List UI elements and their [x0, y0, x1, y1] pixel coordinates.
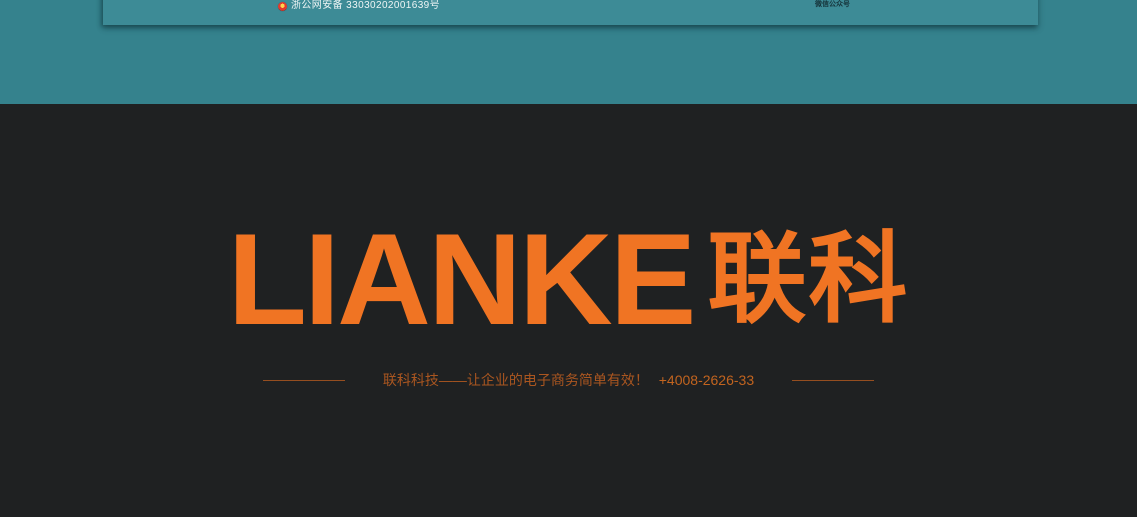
tagline-right-divider	[792, 380, 874, 381]
page-bottom-teal-section: 浙公网安备 33030202001639号 微信公众号	[0, 0, 1137, 104]
beian-number-text: 浙公网安备 33030202001639号	[291, 1, 440, 11]
wechat-qr-caption: 微信公众号	[815, 1, 850, 9]
police-badge-icon	[278, 2, 287, 11]
logo-cjk-text: 联科	[707, 230, 909, 329]
tagline-slogan-text: 联科科技——让企业的电子商务简单有效！	[383, 372, 649, 388]
logo-latin-text: LIANKE	[228, 214, 694, 344]
content-panel-bottom: 浙公网安备 33030202001639号 微信公众号	[103, 0, 1038, 25]
beian-link[interactable]: 浙公网安备 33030202001639号	[278, 1, 440, 11]
tagline-phone-number: +4008-2626-33	[659, 372, 754, 388]
page: 浙公网安备 33030202001639号 微信公众号 LIANKE 联科 联科…	[0, 0, 1137, 517]
footer-brand-section: LIANKE 联科 联科科技——让企业的电子商务简单有效！ +4008-2626…	[0, 104, 1137, 517]
footer-tagline: 联科科技——让企业的电子商务简单有效！ +4008-2626-33	[383, 372, 754, 388]
footer-tagline-row: 联科科技——让企业的电子商务简单有效！ +4008-2626-33	[0, 372, 1137, 388]
tagline-left-divider	[263, 380, 345, 381]
lianke-logo: LIANKE 联科	[0, 214, 1137, 344]
